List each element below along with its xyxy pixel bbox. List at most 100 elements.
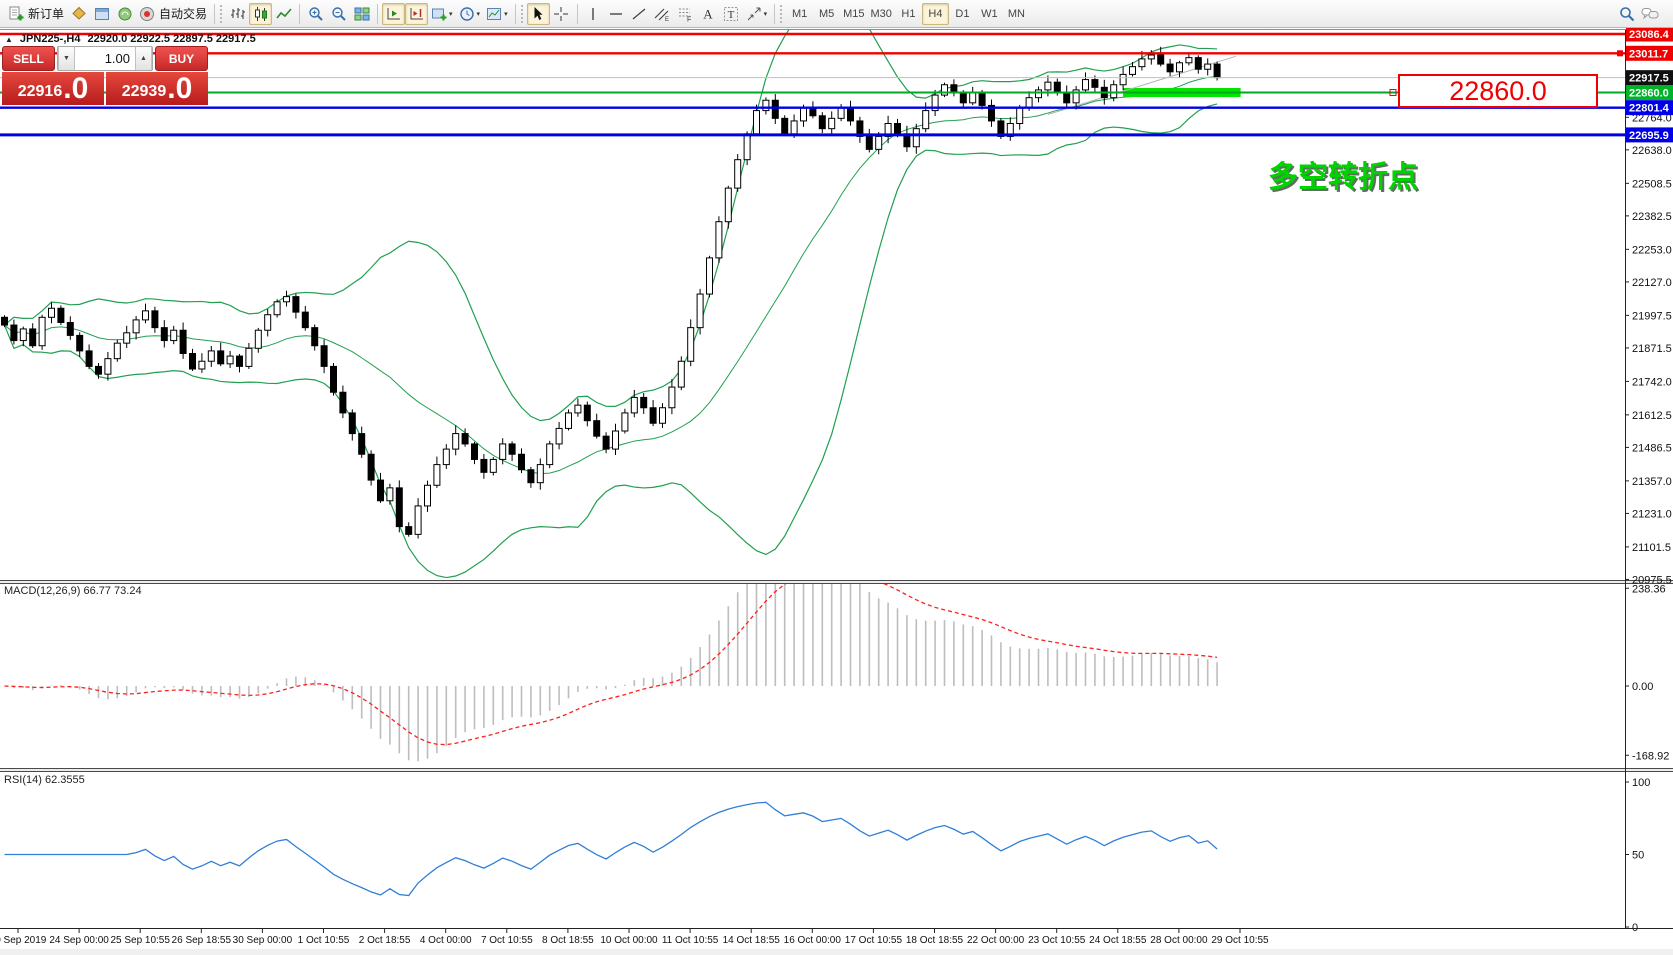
chart-canvas[interactable]: 22764.022638.022508.522382.522253.022127… — [0, 0, 1673, 955]
indicators-button[interactable]: ▾ — [428, 3, 456, 25]
timeframe-h4[interactable]: H4 — [922, 3, 949, 25]
toolbar-separator — [774, 4, 775, 24]
svg-text:30 Sep 00:00: 30 Sep 00:00 — [233, 935, 293, 946]
search-button[interactable] — [1615, 3, 1638, 25]
svg-text:22801.4: 22801.4 — [1629, 103, 1670, 115]
auto-scroll-button[interactable] — [382, 3, 405, 25]
timeframe-m5[interactable]: M5 — [813, 3, 840, 25]
toolbar-group-right — [1615, 3, 1668, 25]
collapse-icon[interactable]: ▲ — [5, 35, 13, 44]
svg-text:7 Oct 10:55: 7 Oct 10:55 — [481, 935, 533, 946]
zoom-in-button[interactable] — [304, 3, 327, 25]
trendline-button[interactable] — [628, 3, 651, 25]
cursor-button[interactable] — [527, 3, 550, 25]
timeframe-label: D1 — [955, 8, 969, 20]
candlestick-chart-button[interactable] — [249, 3, 272, 25]
text-label-icon: T — [723, 6, 739, 22]
svg-text:238.36: 238.36 — [1632, 583, 1666, 595]
volume-input[interactable] — [75, 47, 135, 70]
equidistant-channel-button[interactable]: E — [651, 3, 674, 25]
timeframe-label: M1 — [792, 8, 807, 20]
svg-text:A: A — [703, 6, 713, 21]
buy-button[interactable]: BUY — [155, 46, 208, 71]
timeframe-w1[interactable]: W1 — [976, 3, 1003, 25]
text-button[interactable]: A — [697, 3, 720, 25]
volume-increase-button[interactable]: ▲ — [135, 47, 152, 70]
chart-shift-button[interactable] — [405, 3, 428, 25]
svg-text:21742.0: 21742.0 — [1632, 376, 1672, 388]
svg-text:100: 100 — [1632, 777, 1650, 789]
new-order-button[interactable]: 新订单 — [5, 3, 67, 25]
svg-text:11 Oct 10:55: 11 Oct 10:55 — [662, 935, 719, 946]
crosshair-button[interactable] — [550, 3, 573, 25]
toolbar-separator — [299, 4, 300, 24]
turning-point-note[interactable]: 多空转折点 — [1268, 152, 1418, 196]
sell-price-display[interactable]: 22916 .0 — [2, 72, 104, 105]
volume-decrease-button[interactable]: ▼ — [58, 47, 75, 70]
auto-trading-button[interactable]: 自动交易 — [136, 3, 210, 25]
timeframe-d1[interactable]: D1 — [949, 3, 976, 25]
svg-text:21231.0: 21231.0 — [1632, 508, 1672, 520]
toolbar-separator — [577, 4, 578, 24]
svg-text:28 Oct 00:00: 28 Oct 00:00 — [1150, 935, 1208, 946]
toolbar-group-cursor — [527, 3, 573, 25]
arrows-button[interactable]: ▾ — [743, 3, 771, 25]
dropdown-caret[interactable]: ▾ — [504, 10, 508, 18]
timeframe-m1[interactable]: M1 — [786, 3, 813, 25]
periods-button[interactable]: ▾ — [456, 3, 484, 25]
svg-text:0.00: 0.00 — [1632, 681, 1653, 693]
clock-icon — [459, 6, 475, 22]
svg-text:24 Oct 18:55: 24 Oct 18:55 — [1089, 935, 1147, 946]
line-chart-button[interactable] — [272, 3, 295, 25]
volume-spinner: ▼ ▲ — [57, 46, 153, 71]
timeframe-label: H4 — [928, 8, 942, 20]
fibonacci-icon: F — [677, 6, 693, 22]
timeframe-h1[interactable]: H1 — [895, 3, 922, 25]
zoom-out-button[interactable] — [327, 3, 350, 25]
toolbar-group-objects: ▾ ▾ ▾ — [428, 3, 511, 25]
dropdown-caret[interactable]: ▾ — [764, 10, 768, 18]
dropdown-caret[interactable]: ▾ — [477, 10, 481, 18]
horizontal-line-button[interactable] — [605, 3, 628, 25]
symbol-info-bar: ▲ JPN225-,H4 22920.0 22922.5 22897.5 229… — [5, 33, 256, 45]
signal-button[interactable] — [113, 3, 136, 25]
toolbar-separator — [377, 4, 378, 24]
horizontal-line-icon — [608, 6, 624, 22]
bar-chart-button[interactable] — [226, 3, 249, 25]
toolbar-group-trade: 新订单 自动交易 — [5, 3, 210, 25]
toolbar-group-drawing: E F A T ▾ — [582, 3, 771, 25]
chart-window-button[interactable] — [90, 3, 113, 25]
crosshair-icon — [553, 6, 569, 22]
toolbar-separator — [515, 4, 516, 24]
timeframe-label: W1 — [981, 8, 998, 20]
templates-button[interactable]: ▾ — [483, 3, 511, 25]
svg-text:4 Oct 00:00: 4 Oct 00:00 — [420, 935, 472, 946]
svg-text:22127.0: 22127.0 — [1632, 277, 1672, 289]
tile-windows-icon — [354, 6, 370, 22]
highlighter-button[interactable] — [67, 3, 90, 25]
template-icon — [486, 6, 502, 22]
arrows-icon — [746, 6, 762, 22]
svg-text:16 Oct 00:00: 16 Oct 00:00 — [784, 935, 842, 946]
vertical-line-button[interactable] — [582, 3, 605, 25]
svg-text:22860.0: 22860.0 — [1629, 88, 1669, 100]
svg-text:22 Oct 00:00: 22 Oct 00:00 — [967, 935, 1025, 946]
toolbar-group-scroll — [382, 3, 428, 25]
fibonacci-button[interactable]: F — [674, 3, 697, 25]
chat-button[interactable] — [1638, 3, 1662, 25]
timeframe-m30[interactable]: M30 — [868, 3, 895, 25]
bar-chart-icon — [230, 6, 246, 22]
timeframe-mn[interactable]: MN — [1003, 3, 1030, 25]
tile-windows-button[interactable] — [350, 3, 373, 25]
new-order-label: 新订单 — [28, 5, 64, 22]
toolbar-grip — [780, 5, 782, 23]
dropdown-caret[interactable]: ▾ — [449, 10, 453, 18]
rsi-label: RSI(14) 62.3555 — [4, 774, 85, 786]
text-label-button[interactable]: T — [720, 3, 743, 25]
sell-button[interactable]: SELL — [2, 46, 55, 71]
buy-price-display[interactable]: 22939 .0 — [106, 72, 208, 105]
timeframe-m15[interactable]: M15 — [840, 3, 867, 25]
signal-icon — [117, 6, 133, 22]
price-callout[interactable]: 22860.0 — [1398, 74, 1598, 108]
svg-text:25 Sep 10:55: 25 Sep 10:55 — [110, 935, 170, 946]
